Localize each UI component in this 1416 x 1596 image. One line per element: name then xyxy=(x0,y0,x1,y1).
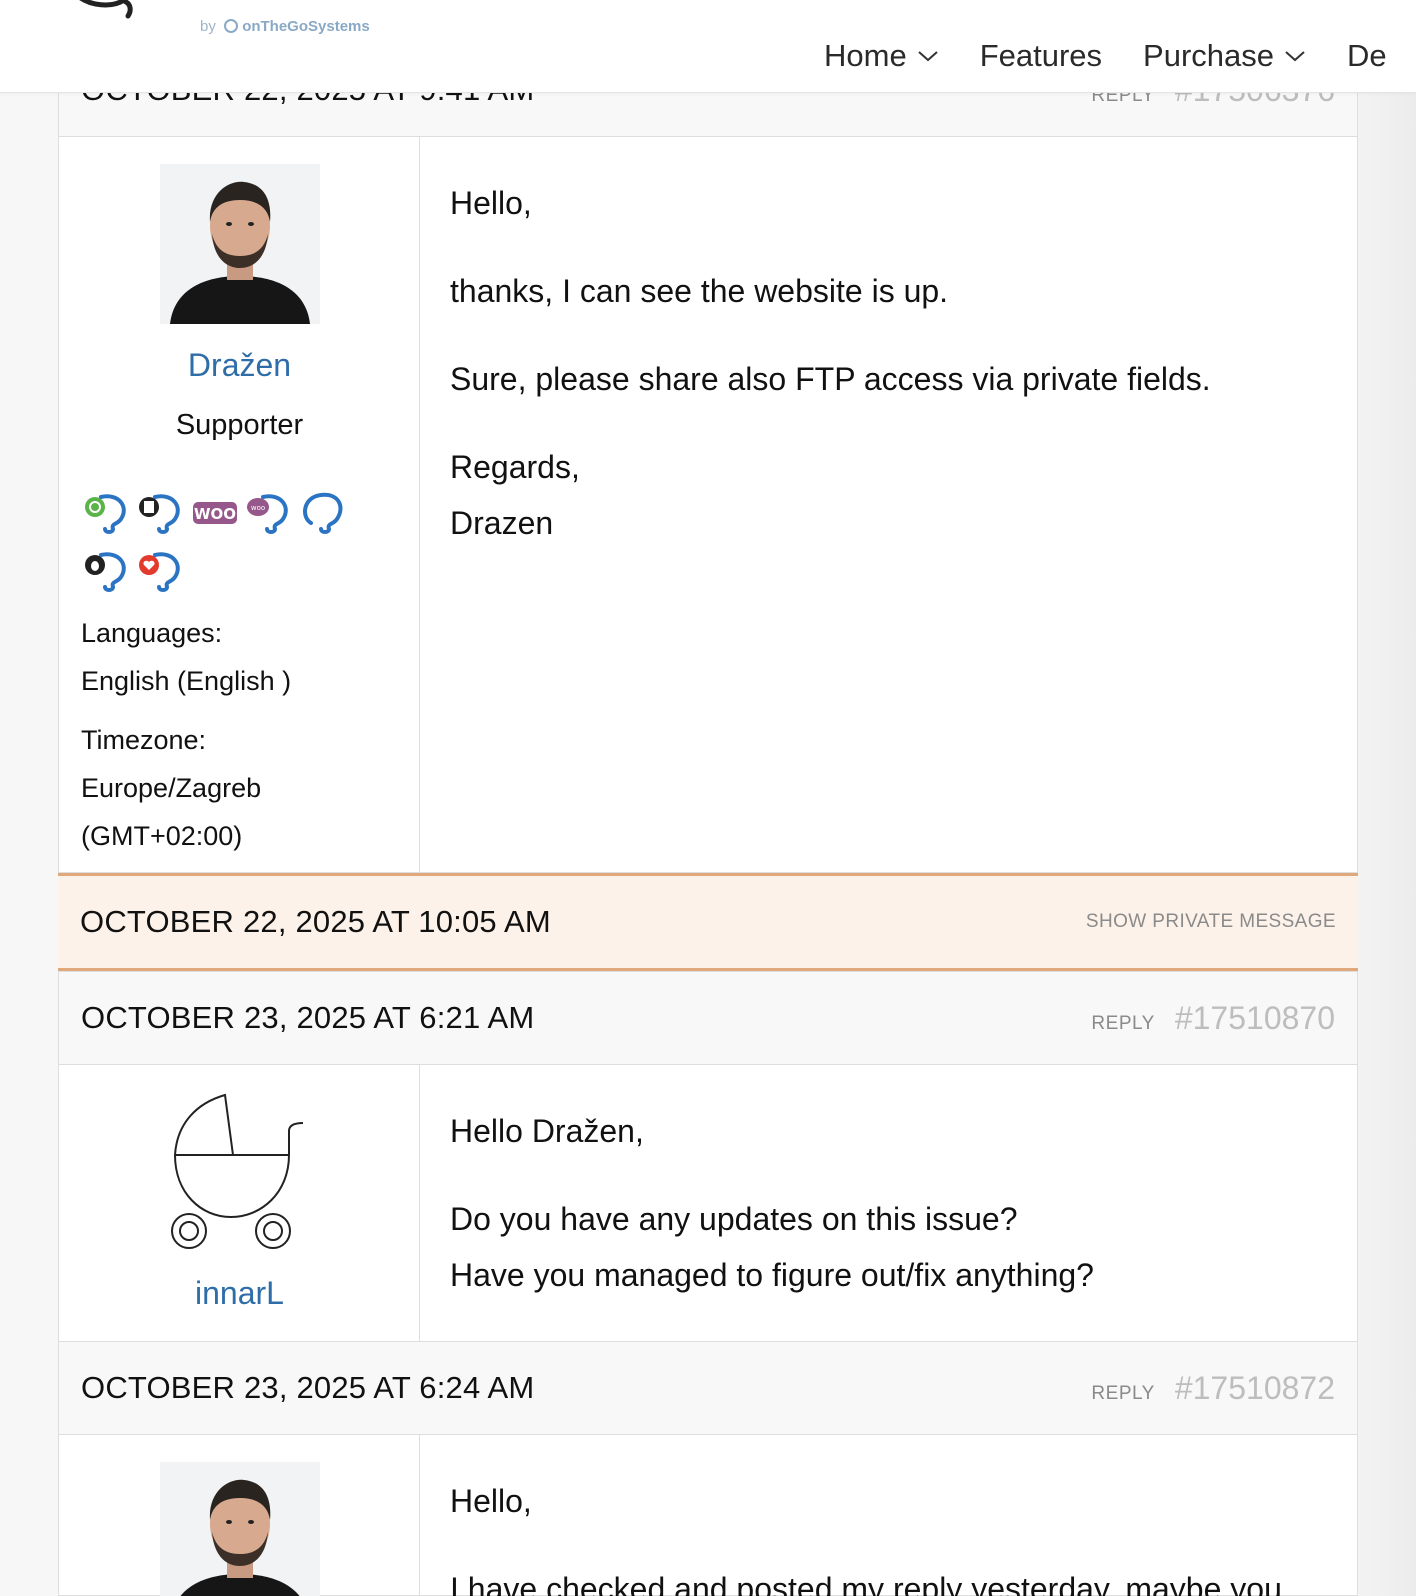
person-photo-icon xyxy=(160,1462,320,1596)
support-badge-check-icon xyxy=(81,489,133,537)
post-line: Drazen xyxy=(450,505,554,541)
site-header: by onTheGoSystems Home Features Purchase… xyxy=(0,0,1416,93)
svg-text:woo: woo xyxy=(251,504,265,512)
post-content: Hello Dražen, Do you have any updates on… xyxy=(420,1065,1357,1341)
support-badge-document-icon xyxy=(135,489,187,537)
avatar[interactable] xyxy=(160,164,320,324)
author-languages: Languages: English (English ) xyxy=(81,609,291,705)
author-name[interactable]: Dražen xyxy=(59,347,420,384)
nav-features-label: Features xyxy=(979,38,1103,73)
post-line: thanks, I can see the website is up. xyxy=(450,273,949,309)
logo-brand: onTheGoSystems xyxy=(242,18,370,35)
post-meta: REPLY #17510870 xyxy=(1091,1000,1335,1037)
nav-home-label: Home xyxy=(824,38,907,73)
nav-documentation-label: De xyxy=(1347,38,1387,73)
logo-swirl-icon[interactable] xyxy=(72,0,142,22)
post-line: Regards, xyxy=(450,449,580,485)
post-line: I have checked and posted my reply yeste… xyxy=(450,1571,1282,1596)
post-meta: REPLY #17510872 xyxy=(1091,1370,1335,1407)
baby-carriage-icon[interactable] xyxy=(171,1093,311,1253)
badges: WOO woo xyxy=(81,489,401,605)
nav-home[interactable]: Home xyxy=(824,38,939,74)
post-number[interactable]: #17510870 xyxy=(1175,1000,1335,1037)
post-body: Hello, I have checked and posted my repl… xyxy=(58,1435,1358,1596)
post-line: Hello, xyxy=(450,185,532,221)
avatar[interactable] xyxy=(160,1462,320,1596)
svg-text:WOO: WOO xyxy=(194,505,236,523)
power-icon xyxy=(224,19,239,33)
logo-by-prefix: by xyxy=(200,18,216,35)
timezone-label: Timezone: xyxy=(81,725,207,755)
author-panel: Dražen Supporter WOO woo Languages: Engl… xyxy=(59,137,420,872)
post-line: Hello Dražen, xyxy=(450,1113,644,1149)
reply-link[interactable]: REPLY xyxy=(1091,1383,1154,1405)
support-badge-heart-icon xyxy=(135,547,187,595)
chevron-down-icon xyxy=(918,51,938,62)
languages-label: Languages: xyxy=(81,618,223,648)
post-content: Hello, thanks, I can see the website is … xyxy=(420,137,1357,872)
post-body: innarL Hello Dražen, Do you have any upd… xyxy=(58,1065,1358,1342)
reply-link[interactable]: REPLY xyxy=(1091,1013,1154,1035)
post-line: Do you have any updates on this issue? xyxy=(450,1201,1018,1237)
page-edge xyxy=(1358,93,1416,1596)
author-timezone: Timezone: Europe/Zagreb (GMT+02:00) xyxy=(81,716,261,860)
author-panel: innarL xyxy=(59,1065,420,1341)
languages-value: English (English ) xyxy=(81,666,292,696)
support-badge-woo-icon: woo xyxy=(243,489,295,537)
support-badge-bug-icon xyxy=(81,547,133,595)
post-date: October 23, 2025 at 6:21 AM xyxy=(81,1000,535,1035)
post-header: October 23, 2025 at 6:24 AM REPLY #17510… xyxy=(58,1341,1358,1435)
author-panel xyxy=(59,1435,420,1596)
post-line: Have you managed to figure out/fix anyth… xyxy=(450,1257,1094,1293)
post-date: October 23, 2025 at 6:24 AM xyxy=(81,1370,535,1405)
nav-features[interactable]: Features xyxy=(980,38,1102,74)
nav-documentation[interactable]: De xyxy=(1347,38,1387,74)
woo-badge-icon: WOO xyxy=(189,489,241,537)
nav-purchase-label: Purchase xyxy=(1143,38,1275,73)
post-number[interactable]: #17510872 xyxy=(1175,1370,1335,1407)
private-message-date: October 22, 2025 at 10:05 AM xyxy=(80,904,551,939)
timezone-value: Europe/Zagreb xyxy=(81,773,262,803)
post-line: Hello, xyxy=(450,1483,532,1519)
private-message-row: October 22, 2025 at 10:05 AM SHOW PRIVAT… xyxy=(58,873,1358,971)
timezone-offset: (GMT+02:00) xyxy=(81,821,243,851)
author-role: Supporter xyxy=(175,409,304,441)
show-private-message-button[interactable]: SHOW PRIVATE MESSAGE xyxy=(1086,911,1336,933)
chevron-down-icon xyxy=(1285,51,1305,62)
nav-purchase[interactable]: Purchase xyxy=(1143,38,1306,74)
logo-byline: by onTheGoSystems xyxy=(200,18,370,35)
support-badge-icon xyxy=(297,489,349,537)
person-photo-icon xyxy=(160,164,320,324)
main-nav: Home Features Purchase De xyxy=(824,38,1416,74)
post-body: Dražen Supporter WOO woo Languages: Engl… xyxy=(58,137,1358,873)
author-name[interactable]: innarL xyxy=(59,1275,420,1312)
post-content: Hello, I have checked and posted my repl… xyxy=(420,1435,1357,1596)
post-header: October 23, 2025 at 6:21 AM REPLY #17510… xyxy=(58,971,1358,1065)
post-line: Sure, please share also FTP access via p… xyxy=(450,361,1211,397)
